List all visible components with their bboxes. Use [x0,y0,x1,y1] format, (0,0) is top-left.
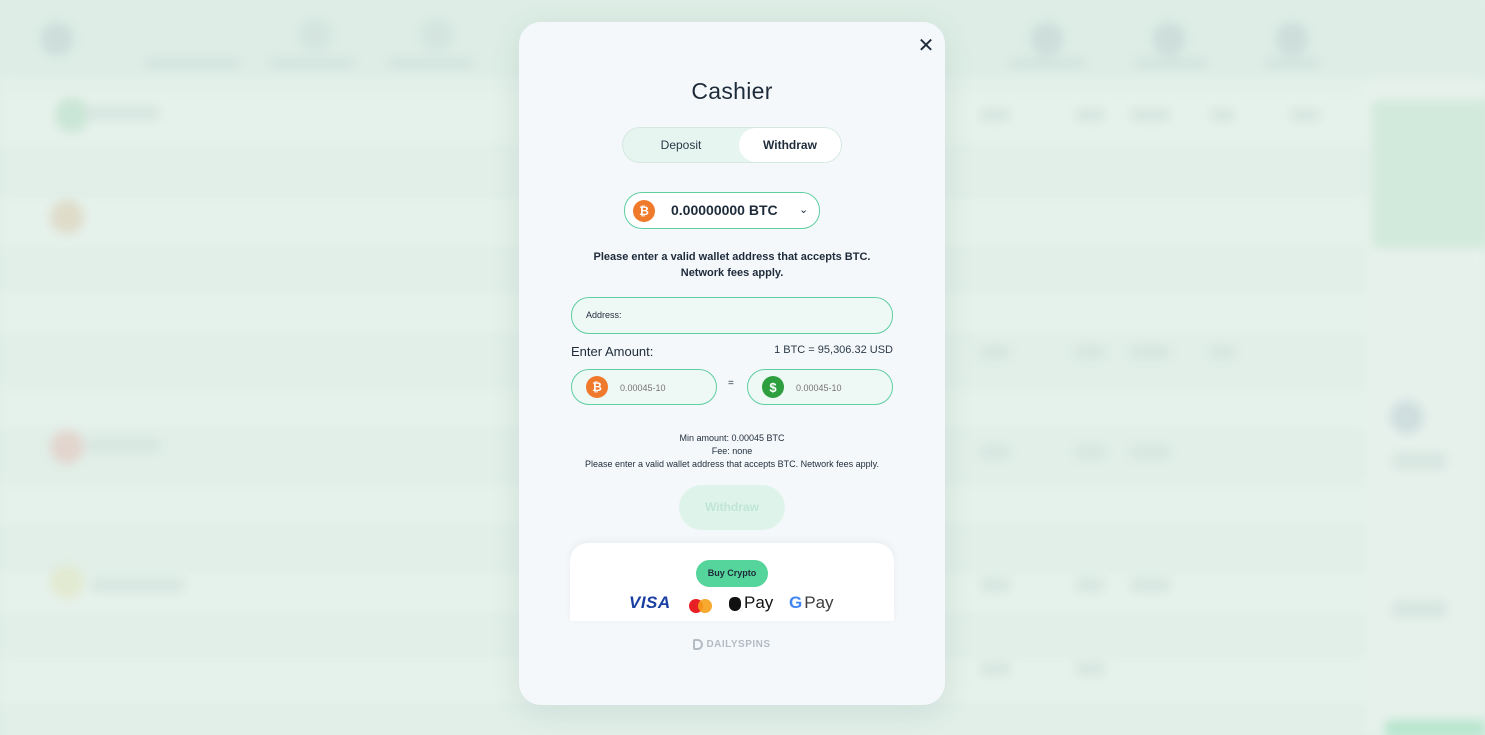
min-amount: Min amount: 0.00045 BTC [679,433,785,443]
google-icon: G [789,593,803,612]
apple-icon [729,596,741,611]
currency-balance: 0.00000000 BTC [671,202,778,218]
mastercard-circle-orange [698,599,712,613]
buy-crypto-button[interactable]: Buy Crypto [696,560,768,587]
bitcoin-icon: ₿ [586,376,608,398]
equals-sign: = [728,378,734,389]
address-label: Address: [586,310,622,320]
google-pay-logo: G Pay [789,593,834,613]
address-field[interactable]: Address: [571,297,893,334]
btc-amount-field[interactable]: ₿ [571,369,717,405]
withdraw-button[interactable]: Withdraw [679,485,785,530]
tab-withdraw[interactable]: Withdraw [739,128,841,162]
visa-logo: VISA [629,593,671,612]
wallet-notice: Please enter a valid wallet address that… [559,249,905,281]
withdraw-info: Min amount: 0.00045 BTC Fee: none Please… [549,432,915,471]
cashier-tabs: Deposit Withdraw [622,127,842,163]
cashier-modal: ✕ Cashier Deposit Withdraw ₿ 0.00000000 … [519,22,945,705]
payment-methods-card: Buy Crypto VISA Pay G Pay [570,543,894,621]
amount-label: Enter Amount: [571,344,654,359]
google-pay-text: Pay [804,593,834,612]
mastercard-logo [689,598,717,614]
info-note: Please enter a valid wallet address that… [585,459,879,469]
wallet-notice-line: Please enter a valid wallet address that… [593,251,871,263]
close-icon[interactable]: ✕ [915,34,937,57]
brand-logo: DAILYSPINS [519,639,945,650]
currency-dropdown[interactable]: ₿ 0.00000000 BTC ⌄ [624,192,820,229]
wallet-notice-line: Network fees apply. [680,267,784,279]
bitcoin-icon: ₿ [633,200,655,222]
modal-title: Cashier [691,78,773,104]
chevron-down-icon: ⌄ [799,204,809,216]
apple-pay-text: Pay [744,593,774,612]
apple-pay-logo: Pay [729,593,773,613]
dollar-icon: $ [762,376,784,398]
btc-amount-input[interactable] [618,376,710,400]
usd-amount-input[interactable] [794,376,886,400]
exchange-rate: 1 BTC = 95,306.32 USD [774,344,893,356]
brand-name: DAILYSPINS [706,639,771,650]
fee-info: Fee: none [711,446,753,456]
tab-deposit[interactable]: Deposit [623,128,739,162]
usd-amount-field[interactable]: $ [747,369,893,405]
dailyspins-icon [693,639,704,650]
address-input[interactable] [632,304,886,328]
